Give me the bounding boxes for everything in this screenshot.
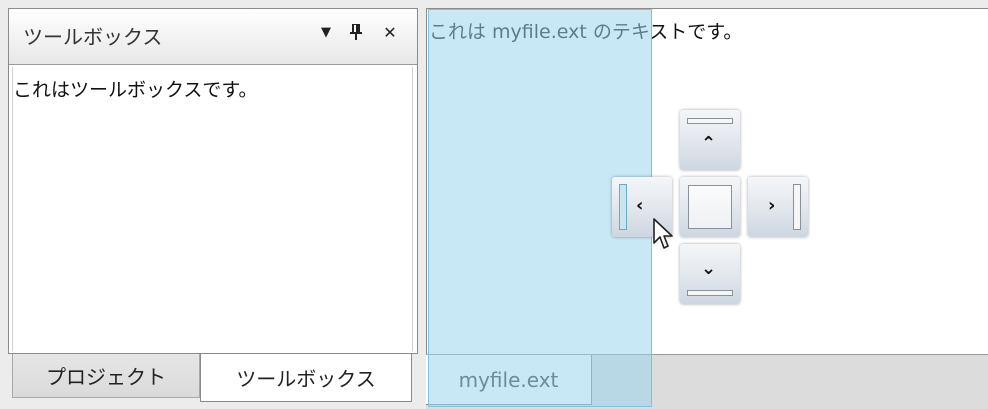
dropdown-icon[interactable]: ▼ [315, 23, 337, 43]
dock-left-icon[interactable]: ‹ [612, 177, 672, 237]
toolbox-header[interactable]: ツールボックス ▼ ✕ [9, 9, 417, 65]
dock-bottom-bar [687, 290, 733, 296]
chevron-right-icon: › [768, 195, 776, 216]
dock-top-bar [687, 118, 733, 124]
tab-project[interactable]: プロジェクト [12, 354, 200, 398]
chevron-down-icon: ⌄ [701, 258, 717, 279]
pin-icon[interactable] [345, 23, 367, 46]
dock-bottom-icon[interactable]: ⌄ [680, 244, 740, 304]
toolbox-title: ツールボックス [23, 25, 163, 49]
dock-right-bar [793, 184, 801, 230]
chevron-up-icon: ⌃ [701, 133, 717, 154]
chevron-left-icon: ‹ [636, 195, 644, 216]
toolbox-tab-strip: プロジェクト ツールボックス [8, 354, 418, 402]
dock-fill-box [688, 185, 732, 229]
toolbox-body [12, 67, 413, 351]
document-tab-strip: myfile.ext [426, 354, 988, 409]
document-text: これは myfile.ext のテキストです。 [429, 21, 743, 43]
dock-left-bar [619, 184, 627, 230]
toolbox-panel: ツールボックス ▼ ✕ これはツールボックスです。 [8, 8, 418, 354]
close-icon[interactable]: ✕ [379, 23, 401, 43]
toolbox-content: これはツールボックスです。 [13, 79, 258, 101]
dock-right-icon[interactable]: › [748, 177, 808, 237]
tab-myfile[interactable]: myfile.ext [426, 355, 592, 405]
dock-fill-icon[interactable] [680, 177, 740, 237]
dock-top-icon[interactable]: ⌃ [680, 110, 740, 170]
tab-toolbox[interactable]: ツールボックス [200, 354, 412, 402]
